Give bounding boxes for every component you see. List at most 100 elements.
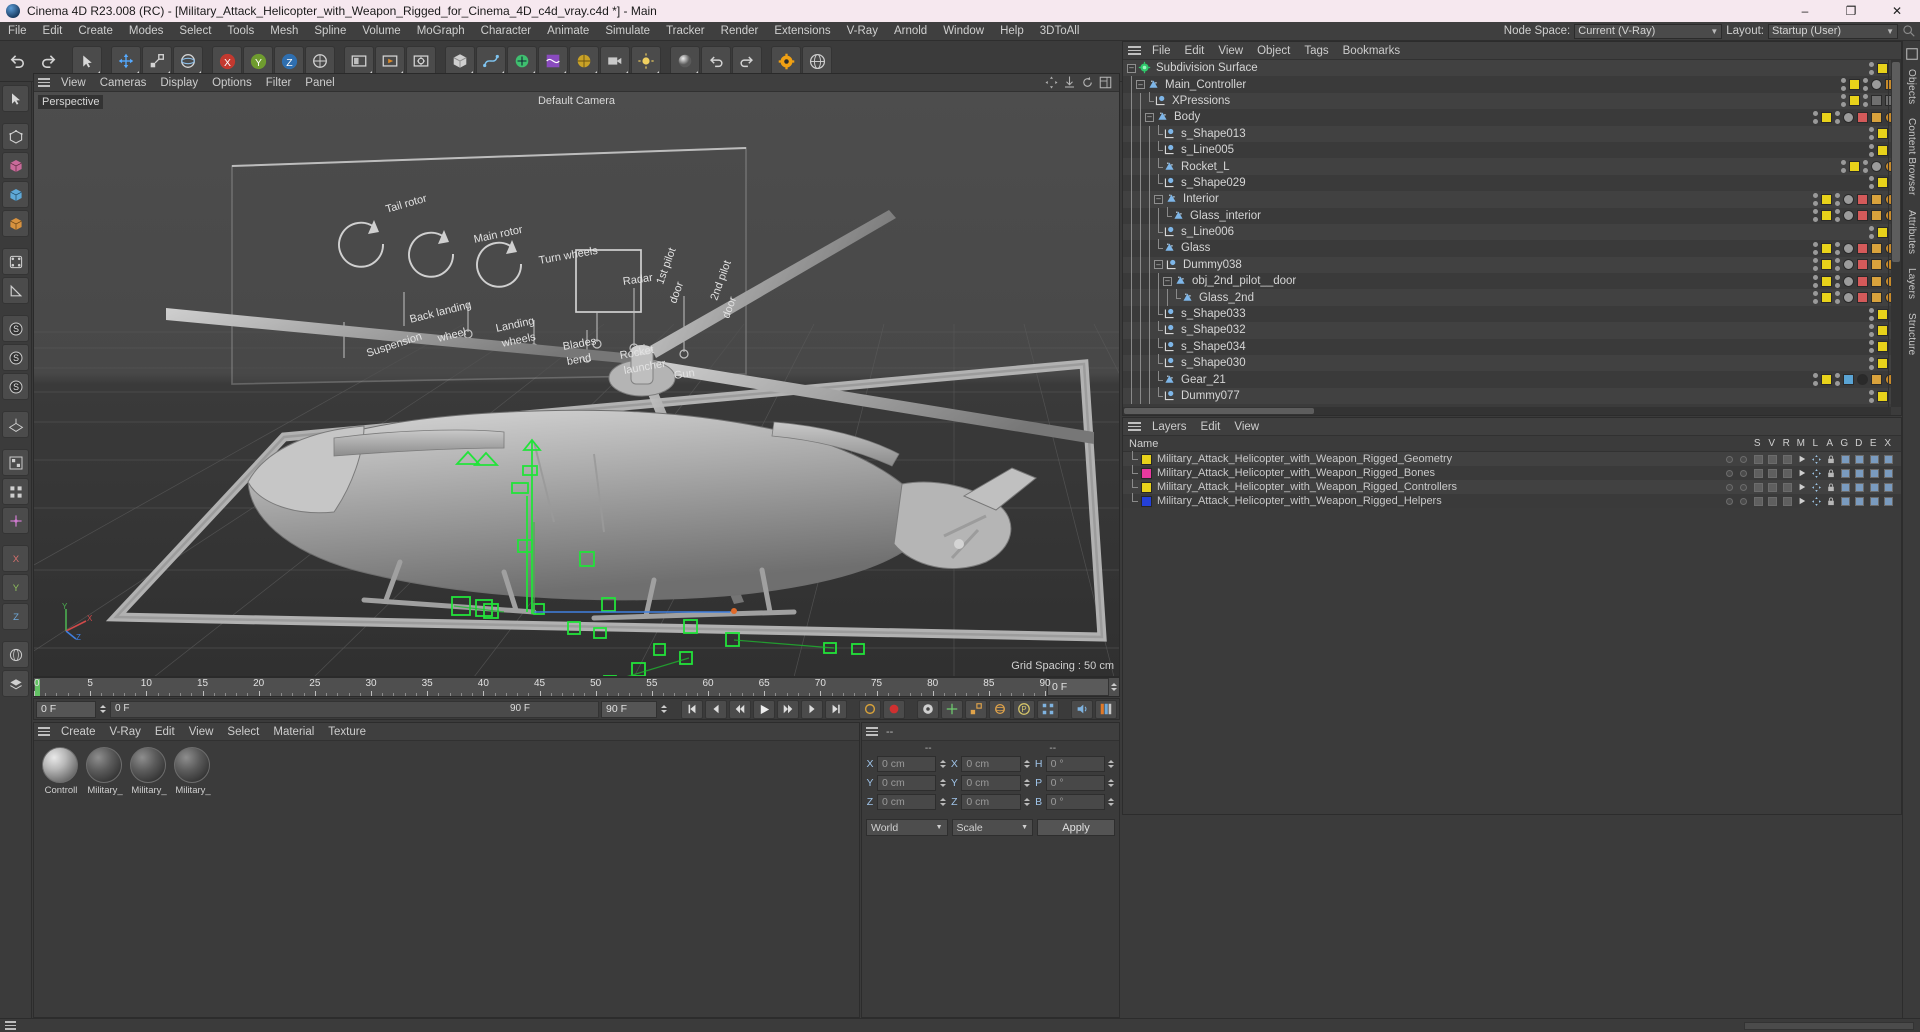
preview-end-field[interactable]: 90 F [601,700,657,718]
object-extra-dots[interactable] [1835,258,1840,272]
layer-toggle[interactable] [1795,469,1810,477]
object-extra-dots[interactable] [1863,160,1868,174]
previous-keyframe-button[interactable] [705,699,727,719]
render-settings-button[interactable] [406,46,436,76]
tag-icon[interactable] [1843,193,1854,205]
object-tree-row[interactable]: Gear_21 [1123,370,1901,389]
material-menu-edit[interactable]: Edit [148,723,182,741]
layer-row[interactable]: Military_Attack_Helicopter_with_Weapon_R… [1123,451,1901,466]
menu-mograph[interactable]: MoGraph [409,22,473,41]
rotate-tool-button[interactable] [173,46,203,76]
timeline-end-field[interactable]: 0 F [1047,678,1109,696]
object-color-tag[interactable] [1877,308,1888,320]
layer-color-swatch[interactable] [1141,481,1152,493]
tag-icon[interactable] [1871,259,1882,271]
menu-3dtoall[interactable]: 3DToAll [1032,22,1088,41]
layer-toggle[interactable] [1809,454,1824,464]
layer-toggle[interactable] [1751,482,1766,492]
coordinate-rotation-stepper[interactable] [1107,779,1116,787]
object-color-tag[interactable] [1821,275,1832,287]
layer-toggle[interactable] [1838,468,1853,478]
material-menu-create[interactable]: Create [54,723,103,741]
layer-toggle[interactable] [1838,454,1853,464]
object-menu-object[interactable]: Object [1250,42,1297,60]
viewport-solo-tool[interactable] [2,449,29,476]
coordinate-position-input[interactable]: 0 cm [877,794,937,810]
current-frame-field[interactable]: 0 F [36,700,96,718]
undo-view-button[interactable] [701,46,731,76]
add-to-layer-tool[interactable] [2,670,29,697]
tag-icon[interactable] [1871,275,1882,287]
layer-toggle[interactable] [1882,454,1897,464]
add-spline-button[interactable] [476,46,506,76]
object-extra-dots[interactable] [1835,291,1840,305]
menu-mesh[interactable]: Mesh [262,22,306,41]
object-color-tag[interactable] [1877,177,1888,189]
object-tree-row[interactable]: Glass [1123,239,1901,258]
layer-toggle[interactable] [1737,497,1752,505]
layer-toggle[interactable] [1780,454,1795,464]
coordinate-rotation-stepper[interactable] [1107,798,1116,806]
live-selection-tool[interactable] [2,85,29,112]
menu-edit[interactable]: Edit [35,22,71,41]
menu-volume[interactable]: Volume [354,22,408,41]
tag-icon[interactable] [1857,193,1868,205]
coordinate-position-input[interactable]: 0 cm [877,775,937,791]
object-tree-row[interactable]: s_Shape030 [1123,354,1901,372]
layer-toggle[interactable] [1867,454,1882,464]
layer-lock-toggle[interactable] [1824,483,1839,492]
edge-mode-tool[interactable] [2,277,29,304]
object-tree-row[interactable]: s_Line005 [1123,141,1901,159]
lock-x-axis-button[interactable]: X [212,46,242,76]
timeline-track[interactable]: 0 5 10 15 20 25 30 35 40 45 50 55 60 65 70 75 80 85 90 [34,676,1051,696]
minimize-button[interactable]: – [1782,0,1828,22]
layer-menu-layers[interactable]: Layers [1145,418,1194,436]
visibility-dots[interactable] [1869,61,1874,75]
add-generator-button[interactable] [507,46,537,76]
tag-icon[interactable] [1843,111,1854,123]
tree-expand-toggle[interactable]: – [1127,63,1136,73]
object-color-tag[interactable] [1877,62,1888,74]
material-hamburger-icon[interactable] [34,723,54,741]
coordinate-size-input[interactable]: 0 cm [961,775,1021,791]
object-extra-dots[interactable] [1863,78,1868,92]
menu-tracker[interactable]: Tracker [658,22,713,41]
menu-create[interactable]: Create [70,22,121,41]
object-extra-dots[interactable] [1835,110,1840,124]
tag-icon[interactable] [1871,111,1882,123]
layer-toggle[interactable] [1737,483,1752,491]
object-menu-edit[interactable]: Edit [1178,42,1212,60]
add-environment-button[interactable] [569,46,599,76]
tree-expand-toggle[interactable]: – [1154,194,1163,204]
menu-extensions[interactable]: Extensions [766,22,838,41]
object-extra-dots[interactable] [1863,94,1868,108]
layer-color-swatch[interactable] [1141,467,1152,479]
visibility-dots[interactable] [1869,323,1874,337]
viewport-menu-options[interactable]: Options [205,74,259,92]
layer-toggle[interactable] [1853,482,1868,492]
object-tree-list[interactable]: – Subdivision Surface – Main_Controller XPre… [1123,60,1901,407]
object-tree-row[interactable]: Glass_2nd [1123,288,1901,307]
tag-icon[interactable] [1871,79,1882,91]
node-space-select[interactable]: Current (V-Ray) ▼ [1574,23,1723,39]
object-tree-row[interactable]: Rocket_L [1123,157,1901,176]
coordinate-position-stepper[interactable] [938,760,947,768]
step-forward-button[interactable] [777,699,799,719]
layer-toggle[interactable] [1853,496,1868,506]
layer-toggle[interactable] [1809,468,1824,478]
layer-toggle[interactable] [1795,483,1810,491]
tag-icon[interactable] [1857,210,1868,222]
visibility-dots[interactable] [1813,373,1818,387]
layer-toggle[interactable] [1780,482,1795,492]
material-swatch[interactable]: Military_ [174,747,212,796]
menu-help[interactable]: Help [992,22,1032,41]
coordinate-rotation-input[interactable]: 0 ° [1045,756,1105,772]
coordinate-position-stepper[interactable] [938,798,947,806]
parameter-button[interactable]: P [1013,699,1035,719]
material-menu-view[interactable]: View [182,723,221,741]
snap-point-tool[interactable]: S [2,344,29,371]
object-tree-row[interactable]: – Main_Controller [1123,76,1901,94]
menu-file[interactable]: File [0,22,35,41]
layer-toggle[interactable] [1780,468,1795,478]
close-button[interactable]: ✕ [1874,0,1920,22]
